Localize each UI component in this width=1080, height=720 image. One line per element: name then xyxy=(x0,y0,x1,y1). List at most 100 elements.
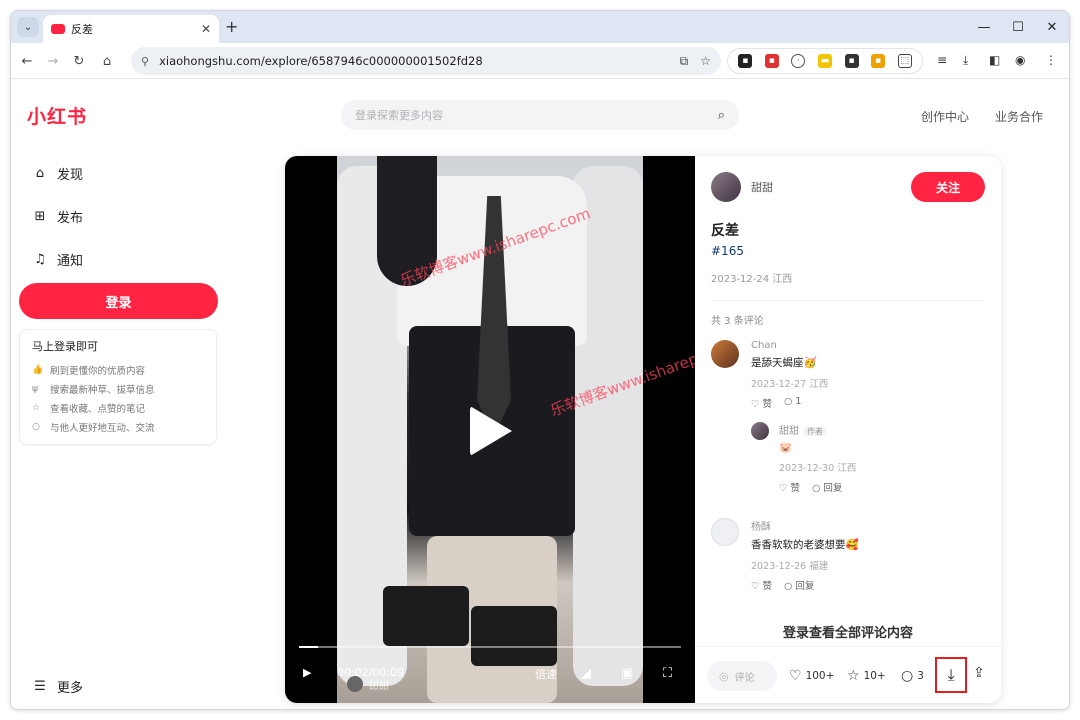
avatar[interactable] xyxy=(711,518,739,546)
extensions-puzzle-icon[interactable]: ⬚ xyxy=(897,54,912,68)
sidebar-item-label: 发现 xyxy=(57,168,84,183)
sprout-icon: ψ xyxy=(32,383,38,394)
follow-button[interactable]: 关注 xyxy=(911,172,985,202)
comment-count-button[interactable]: ○ 3 xyxy=(901,668,924,684)
extension-2-icon[interactable]: ▪ xyxy=(764,54,779,68)
fullscreen-icon[interactable]: ⛶ xyxy=(663,666,672,681)
comment-actions: ♡ 赞 ○ 1 xyxy=(751,396,828,410)
reply-button[interactable]: ○ 1 xyxy=(784,396,801,410)
star-icon: ☆ xyxy=(32,402,41,413)
comment-reply-item: 甜甜 作者 🐷 2023-12-30 江西 ♡ 赞 ○ 回复 xyxy=(751,422,856,494)
mute-icon[interactable]: ◢ xyxy=(581,666,591,681)
login-card-item: ○ 与他人更好地互动、交流 xyxy=(32,421,155,434)
creator-center-link[interactable]: 创作中心 xyxy=(921,108,969,125)
author-name[interactable]: 甜甜 xyxy=(751,179,773,195)
forward-arrow-icon[interactable]: → xyxy=(43,51,63,71)
extension-6-icon[interactable]: ▪ xyxy=(871,54,886,68)
sidebar-more[interactable]: ☰ 更多 xyxy=(31,677,83,696)
heart-icon: ♡ xyxy=(789,668,802,684)
note-date: 2023-12-24 江西 xyxy=(711,274,793,285)
download-icon[interactable]: ⤓ xyxy=(963,53,968,68)
comment-item: Chan 是舔天蝎座🥳 2023-12-27 江西 ♡ 赞 ○ 1 xyxy=(711,340,828,410)
author-info[interactable]: 甜甜 xyxy=(711,172,773,202)
comment-author[interactable]: 杨酥 xyxy=(751,518,859,533)
profile-avatar-icon[interactable]: ◉ xyxy=(1015,53,1025,67)
minimize-button[interactable]: — xyxy=(967,11,1001,43)
comment-text: 香香软软的老婆想要🥰 xyxy=(751,539,859,551)
bookmark-star-icon[interactable]: ☆ xyxy=(700,54,711,68)
install-app-icon[interactable]: ⧉ xyxy=(680,54,689,69)
more-label: 更多 xyxy=(57,681,84,696)
extension-1-icon[interactable]: ▪ xyxy=(738,54,753,68)
comment-author[interactable]: Chan xyxy=(751,340,828,351)
url-text[interactable]: xiaohongshu.com/explore/6587946c00000000… xyxy=(159,54,668,68)
search-input[interactable]: 登录探索更多内容 ⌕ xyxy=(341,100,739,130)
speed-button[interactable]: 倍速 xyxy=(535,666,557,682)
login-button[interactable]: 登录 xyxy=(19,283,218,319)
avatar[interactable] xyxy=(711,340,739,368)
site-info-icon[interactable]: ⚲ xyxy=(141,55,149,68)
reply-button[interactable]: ○ 回复 xyxy=(784,578,814,592)
download-button[interactable]: ⤓ xyxy=(935,657,967,693)
reply-button[interactable]: ○ 回复 xyxy=(812,480,842,494)
tab-search-button[interactable]: ⌄ xyxy=(17,17,39,37)
extension-4-icon[interactable]: ▬ xyxy=(817,54,832,68)
comment-input[interactable]: ◎ 评论 xyxy=(707,661,777,691)
user-icon: ◎ xyxy=(719,669,729,683)
new-tab-button[interactable]: + xyxy=(225,17,238,36)
xiaohongshu-logo[interactable]: 小红书 xyxy=(27,102,87,129)
sidebar-item-publish[interactable]: ⊞ 发布 xyxy=(31,207,83,226)
progress-fill xyxy=(299,646,319,648)
note-tag[interactable]: #165 xyxy=(711,244,744,258)
extension-3-icon[interactable]: · xyxy=(791,54,806,68)
search-icon[interactable]: ⌕ xyxy=(718,108,725,123)
sidebar-item-discover[interactable]: ⌂ 发现 xyxy=(31,164,83,183)
business-link[interactable]: 业务合作 xyxy=(995,108,1043,125)
avatar[interactable] xyxy=(751,422,769,440)
tab-close-icon[interactable]: ✕ xyxy=(201,22,211,36)
see-all-comments[interactable]: 登录查看全部评论内容 xyxy=(695,622,1001,641)
avatar[interactable] xyxy=(711,172,741,202)
collect-count-button[interactable]: ☆ 10+ xyxy=(847,668,886,684)
thumb-icon: 👍 xyxy=(32,364,44,375)
comment-author[interactable]: 甜甜 作者 xyxy=(779,422,856,437)
engage-bar: ◎ 评论 ♡ 100+ ☆ 10+ ○ 3 ⤓ ⇪ xyxy=(695,646,1001,703)
sidebar-item-notify[interactable]: ♫ 通知 xyxy=(31,250,83,269)
tab-title: 反差 xyxy=(71,23,93,36)
tab-strip: ⌄ 反差 ✕ + — ☐ ✕ xyxy=(11,11,1069,43)
home-icon[interactable]: ⌂ xyxy=(97,51,117,71)
avatar xyxy=(347,676,363,692)
browser-toolbar: ← → ↻ ⌂ ⚲ xiaohongshu.com/explore/658794… xyxy=(11,43,1069,79)
video-player[interactable]: 乐软博客www.isharepc.com 乐软博客www.isharepc.co… xyxy=(285,156,743,703)
video-progress-bar[interactable] xyxy=(299,646,681,648)
browser-window: ⌄ 反差 ✕ + — ☐ ✕ ← → ↻ ⌂ ⚲ xiaohongshu.com… xyxy=(10,10,1070,710)
comment-meta: 2023-12-30 江西 xyxy=(779,463,857,474)
reading-list-icon[interactable]: ≡ xyxy=(937,53,947,67)
close-window-button[interactable]: ✕ xyxy=(1035,11,1069,43)
menu-icon[interactable]: ⋮ xyxy=(1045,53,1057,67)
video-figure xyxy=(383,586,469,646)
like-button[interactable]: ♡ 赞 xyxy=(779,480,800,494)
comment-actions: ♡ 赞 ○ 回复 xyxy=(779,480,856,494)
pip-icon[interactable]: ▣ xyxy=(621,666,633,681)
chat-icon: ○ xyxy=(32,421,40,432)
comment-item: 杨酥 香香软软的老婆想要🥰 2023-12-26 福建 ♡ 赞 ○ 回复 xyxy=(711,518,859,592)
reload-icon[interactable]: ↻ xyxy=(69,51,89,71)
back-arrow-icon[interactable]: ← xyxy=(17,51,37,71)
page-content: 小红书 登录探索更多内容 ⌕ 创作中心 业务合作 ⌂ 发现 ⊞ 发布 ♫ 通知 … xyxy=(11,80,1069,709)
browser-tab[interactable]: 反差 ✕ xyxy=(43,15,219,43)
note-info-panel: 甜甜 关注 反差 #165 2023-12-24 江西 共 3 条评论 Chan… xyxy=(695,156,1001,703)
maximize-button[interactable]: ☐ xyxy=(1001,11,1035,43)
like-button[interactable]: ♡ 赞 xyxy=(751,578,772,592)
like-button[interactable]: ♡ 赞 xyxy=(751,396,772,410)
star-icon: ☆ xyxy=(847,668,860,684)
address-bar[interactable]: ⚲ xiaohongshu.com/explore/6587946c000000… xyxy=(131,47,721,75)
like-count-button[interactable]: ♡ 100+ xyxy=(789,668,834,684)
extension-5-icon[interactable]: ▪ xyxy=(844,54,859,68)
hamburger-icon: ☰ xyxy=(34,679,46,694)
share-icon[interactable]: ⇪ xyxy=(973,665,985,681)
play-icon[interactable]: ▶ xyxy=(303,666,311,679)
play-big-icon[interactable] xyxy=(470,406,512,456)
author-badge: 作者 xyxy=(803,427,827,436)
side-panel-icon[interactable]: ◧ xyxy=(989,53,1000,67)
